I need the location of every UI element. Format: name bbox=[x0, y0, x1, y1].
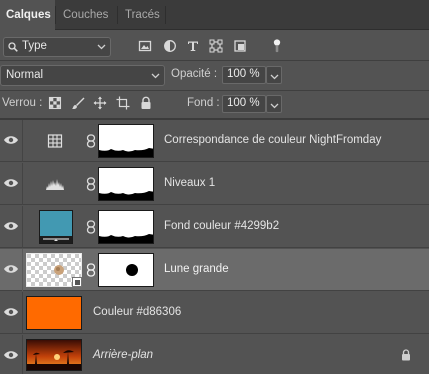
layer-name: Correspondance de couleur NightFromday bbox=[164, 134, 382, 146]
visibility-eye-icon[interactable] bbox=[3, 263, 19, 275]
lock-icon bbox=[402, 349, 410, 361]
visibility-eye-icon[interactable] bbox=[3, 134, 19, 146]
visibility-column-divider bbox=[22, 292, 23, 334]
lock-transparent-pixels-icon[interactable] bbox=[48, 96, 62, 110]
adjustment-filter-icon[interactable] bbox=[163, 39, 177, 53]
type-filter-icon[interactable] bbox=[186, 39, 200, 53]
fill-input[interactable]: 100 % bbox=[222, 95, 266, 113]
blend-mode-label: Normal bbox=[6, 69, 44, 81]
layer-row[interactable]: Correspondance de couleur NightFromday bbox=[0, 120, 429, 162]
layer-row[interactable]: Niveaux 1 bbox=[0, 163, 429, 205]
layer-row[interactable]: Fond couleur #4299b2 bbox=[0, 206, 429, 248]
mask-link-chain-icon[interactable] bbox=[86, 177, 96, 191]
chevron-down-icon bbox=[151, 73, 160, 79]
filter-toggle-icon[interactable] bbox=[272, 39, 282, 53]
tab-calques[interactable]: Calques bbox=[0, 0, 55, 31]
shape-filter-icon[interactable] bbox=[209, 39, 223, 53]
opacity-dropdown-button[interactable] bbox=[266, 66, 282, 84]
fill-label: Fond : bbox=[187, 97, 220, 109]
lock-all-icon[interactable] bbox=[139, 96, 153, 110]
visibility-column-divider bbox=[22, 163, 23, 205]
layer-name: Fond couleur #4299b2 bbox=[164, 220, 280, 232]
layer-name: Lune grande bbox=[164, 263, 229, 275]
layer-name: Arrière-plan bbox=[93, 349, 154, 361]
pixel-filter-icon[interactable] bbox=[138, 39, 152, 53]
lock-position-icon[interactable] bbox=[93, 96, 107, 110]
visibility-column-divider bbox=[22, 206, 23, 248]
visibility-eye-icon[interactable] bbox=[3, 349, 19, 361]
tab-traces[interactable]: Tracés bbox=[119, 0, 166, 30]
mask-link-chain-icon[interactable] bbox=[86, 134, 96, 148]
layer-filter-select[interactable]: Type bbox=[3, 37, 111, 57]
layer-mask-thumbnail[interactable] bbox=[98, 167, 154, 201]
chevron-down-icon bbox=[270, 103, 279, 109]
tab-couches[interactable]: Couches bbox=[57, 0, 114, 30]
smart-object-filter-icon[interactable] bbox=[233, 39, 247, 53]
layer-row[interactable]: Couleur #d86306 bbox=[0, 292, 429, 334]
fill-layer-thumbnail[interactable] bbox=[39, 210, 73, 244]
search-icon bbox=[8, 42, 18, 52]
mask-link-chain-icon[interactable] bbox=[86, 220, 96, 234]
lock-label: Verrou : bbox=[2, 97, 43, 109]
background-thumbnail[interactable] bbox=[26, 339, 82, 371]
visibility-eye-icon[interactable] bbox=[3, 220, 19, 232]
layer-row[interactable]: Arrière-plan bbox=[0, 335, 429, 374]
fill-dropdown-button[interactable] bbox=[266, 95, 282, 113]
layer-mask-thumbnail[interactable] bbox=[98, 253, 154, 287]
smart-object-badge-icon bbox=[72, 277, 82, 287]
opacity-label: Opacité : bbox=[171, 68, 218, 80]
tab-separator bbox=[165, 6, 166, 24]
filter-kind-label: Type bbox=[22, 40, 47, 52]
color-lookup-adjustment-icon[interactable] bbox=[47, 133, 63, 149]
layer-mask-thumbnail[interactable] bbox=[98, 124, 154, 158]
opacity-input[interactable]: 100 % bbox=[222, 66, 266, 84]
chevron-down-icon bbox=[270, 74, 279, 80]
tab-separator bbox=[117, 6, 118, 24]
layer-name: Niveaux 1 bbox=[164, 177, 216, 189]
layer-mask-thumbnail[interactable] bbox=[98, 210, 154, 244]
mask-link-chain-icon[interactable] bbox=[86, 263, 96, 277]
blend-mode-select[interactable]: Normal bbox=[0, 65, 165, 86]
visibility-eye-icon[interactable] bbox=[3, 177, 19, 189]
levels-adjustment-icon[interactable] bbox=[45, 176, 65, 192]
layer-row-selected[interactable]: Lune grande bbox=[0, 249, 429, 291]
chevron-down-icon bbox=[97, 44, 106, 50]
visibility-column-divider bbox=[22, 249, 23, 291]
layer-thumbnail[interactable] bbox=[26, 296, 82, 330]
lock-artboard-icon[interactable] bbox=[116, 96, 130, 110]
visibility-column-divider bbox=[22, 335, 23, 374]
visibility-column-divider bbox=[22, 120, 23, 162]
tab-separator bbox=[55, 6, 56, 24]
toolbar-divider bbox=[0, 60, 429, 61]
toolbar-divider bbox=[0, 90, 429, 91]
panel-tab-bar: Calques Couches Tracés bbox=[0, 0, 429, 31]
visibility-eye-icon[interactable] bbox=[3, 306, 19, 318]
layer-name: Couleur #d86306 bbox=[93, 306, 182, 318]
lock-image-pixels-icon[interactable] bbox=[71, 96, 85, 110]
